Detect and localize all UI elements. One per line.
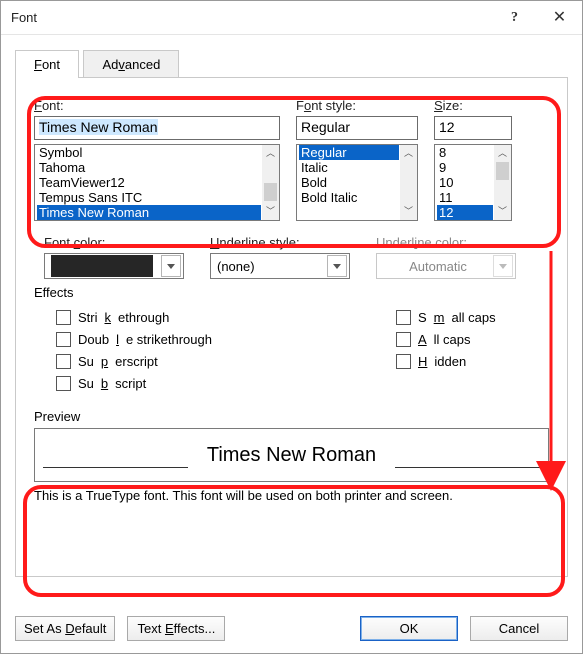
underline-color-label: Underline color: — [376, 235, 516, 250]
ok-button[interactable]: OK — [360, 616, 458, 641]
subscript-checkbox[interactable]: Subscript — [56, 376, 396, 391]
style-label: Font style: — [296, 98, 418, 113]
tab-font-label: ont — [42, 57, 60, 72]
underline-color-value: Automatic — [383, 259, 493, 274]
titlebar: Font ? ✕ — [1, 1, 582, 35]
underline-style-select[interactable]: (none) — [210, 253, 350, 279]
cancel-button[interactable]: Cancel — [470, 616, 568, 641]
scroll-down-icon[interactable]: ﹀ — [262, 203, 279, 220]
underline-color-select: Automatic — [376, 253, 516, 279]
style-list-item[interactable]: Regular — [299, 145, 399, 160]
preview-label: Preview — [34, 409, 549, 424]
size-list-item[interactable]: 12 — [437, 205, 493, 220]
style-listbox[interactable]: Regular Italic Bold Bold Italic ︿ ﹀ — [296, 144, 418, 221]
scroll-up-icon[interactable]: ︿ — [262, 145, 279, 162]
strikethrough-checkbox[interactable]: Strikethrough — [56, 310, 396, 325]
set-default-button[interactable]: Set As Default — [15, 616, 115, 641]
underline-style-value: (none) — [217, 259, 327, 274]
help-button[interactable]: ? — [492, 1, 537, 35]
preview-box: Times New Roman — [34, 428, 549, 482]
style-list-item[interactable]: Italic — [299, 160, 399, 175]
style-input[interactable]: Regular — [296, 116, 418, 140]
size-list-item[interactable]: 11 — [437, 190, 493, 205]
scroll-thumb[interactable] — [264, 183, 277, 201]
size-scrollbar[interactable]: ︿ ﹀ — [494, 145, 511, 220]
tab-font[interactable]: Font — [15, 50, 79, 78]
font-list-item[interactable]: TeamViewer12 — [37, 175, 261, 190]
size-label: Size: — [434, 98, 512, 113]
font-color-swatch — [51, 255, 153, 277]
size-input[interactable]: 12 — [434, 116, 512, 140]
font-hint: This is a TrueType font. This font will … — [34, 488, 549, 503]
window-title: Font — [11, 10, 37, 25]
scroll-down-icon[interactable]: ﹀ — [494, 203, 511, 220]
style-list-item[interactable]: Bold — [299, 175, 399, 190]
font-dialog: Font ? ✕ Font Advanced Font: Times New R… — [0, 0, 583, 654]
preview-text: Times New Roman — [207, 444, 376, 467]
scroll-up-icon[interactable]: ︿ — [400, 145, 417, 162]
font-list-item[interactable]: Tempus Sans ITC — [37, 190, 261, 205]
size-list-item[interactable]: 9 — [437, 160, 493, 175]
underline-style-label: Underline style: — [210, 235, 350, 250]
tab-panel-font: Font: Times New Roman Symbol Tahoma Team… — [15, 77, 568, 577]
size-list-item[interactable]: 8 — [437, 145, 493, 160]
size-list-item[interactable]: 10 — [437, 175, 493, 190]
tab-advanced[interactable]: Advanced — [83, 50, 179, 78]
font-input[interactable]: Times New Roman — [34, 116, 280, 140]
all-caps-checkbox[interactable]: All caps — [396, 332, 496, 347]
scroll-down-icon[interactable]: ﹀ — [400, 203, 417, 220]
font-list-item[interactable]: Tahoma — [37, 160, 261, 175]
font-list-item[interactable]: Symbol — [37, 145, 261, 160]
font-color-select[interactable] — [44, 253, 184, 279]
effects-group-label: Effects — [34, 285, 549, 300]
style-list-item[interactable]: Bold Italic — [299, 190, 399, 205]
font-color-label: Font color: — [44, 235, 184, 250]
chevron-down-icon[interactable] — [327, 255, 347, 277]
scroll-thumb[interactable] — [496, 162, 509, 180]
close-button[interactable]: ✕ — [537, 1, 582, 35]
small-caps-checkbox[interactable]: Small caps — [396, 310, 496, 325]
text-effects-button[interactable]: Text Effects... — [127, 616, 225, 641]
scroll-up-icon[interactable]: ︿ — [494, 145, 511, 162]
style-scrollbar[interactable]: ︿ ﹀ — [400, 145, 417, 220]
chevron-down-icon — [493, 255, 513, 277]
hidden-checkbox[interactable]: Hidden — [396, 354, 496, 369]
chevron-down-icon[interactable] — [161, 255, 181, 277]
tab-strip: Font Advanced — [15, 49, 568, 77]
font-listbox[interactable]: Symbol Tahoma TeamViewer12 Tempus Sans I… — [34, 144, 280, 221]
font-label: Font: — [34, 98, 280, 113]
font-list-item[interactable]: Times New Roman — [37, 205, 261, 220]
superscript-checkbox[interactable]: Superscript — [56, 354, 396, 369]
double-strikethrough-checkbox[interactable]: Double strikethrough — [56, 332, 396, 347]
size-listbox[interactable]: 8 9 10 11 12 ︿ ﹀ — [434, 144, 512, 221]
font-scrollbar[interactable]: ︿ ﹀ — [262, 145, 279, 220]
